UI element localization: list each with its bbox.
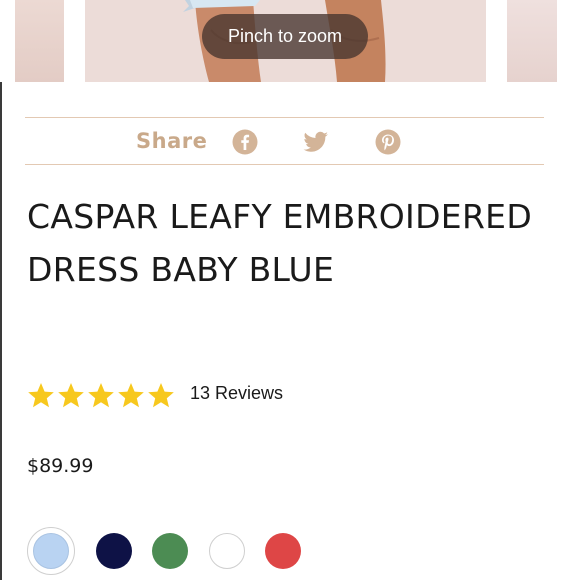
gallery-image-next[interactable] bbox=[507, 0, 557, 82]
star-icon bbox=[28, 383, 54, 408]
page-left-edge bbox=[0, 0, 2, 580]
facebook-icon[interactable] bbox=[232, 129, 258, 155]
swatch-green[interactable] bbox=[152, 533, 188, 569]
share-bar: Share bbox=[25, 117, 544, 165]
product-image-gallery[interactable]: Pinch to zoom bbox=[0, 0, 580, 82]
reviews-link[interactable]: 13 Reviews bbox=[190, 383, 283, 404]
rating-stars[interactable] bbox=[27, 381, 177, 411]
product-title: CASPAR LEAFY EMBROIDERED DRESS BABY BLUE bbox=[27, 197, 533, 289]
product-price: $89.99 bbox=[27, 455, 94, 477]
swatch-red[interactable] bbox=[265, 533, 301, 569]
star-icon bbox=[58, 383, 84, 408]
pinch-to-zoom-hint: Pinch to zoom bbox=[202, 14, 368, 59]
pinterest-icon[interactable] bbox=[375, 129, 401, 155]
swatch-navy[interactable] bbox=[96, 533, 132, 569]
gallery-image-previous[interactable] bbox=[15, 0, 64, 82]
share-label: Share bbox=[136, 129, 208, 153]
swatch-white[interactable] bbox=[209, 533, 245, 569]
star-icon bbox=[118, 383, 144, 408]
star-icon bbox=[88, 383, 114, 408]
swatch-baby-blue[interactable] bbox=[33, 533, 69, 569]
star-icon bbox=[148, 383, 174, 408]
twitter-icon[interactable] bbox=[302, 129, 330, 155]
